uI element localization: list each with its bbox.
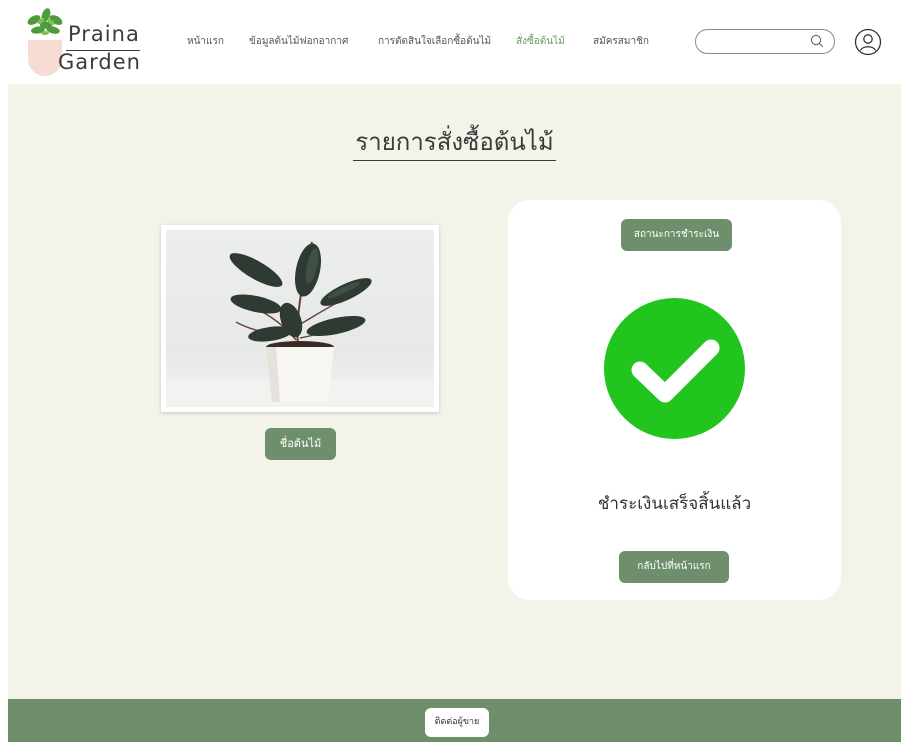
- logo-text-line2: Garden: [58, 50, 141, 74]
- page-title: รายการสั่งซื้อต้นไม้: [8, 122, 901, 161]
- plant-logo-icon: [27, 8, 63, 35]
- site-header: Praina Garden หน้าแรก ข้อมูลต้นไม้ฟอกอาก…: [0, 0, 901, 84]
- logo-text-line1: Praina: [68, 22, 140, 46]
- payment-success-message: ชำระเงินเสร็จสิ้นแล้ว: [597, 494, 752, 514]
- nav-item-buying-guide[interactable]: การตัดสินใจเลือกซื้อต้นไม้: [378, 34, 491, 49]
- plant-photo-frame: [161, 225, 439, 412]
- check-circle-icon: [604, 298, 745, 439]
- back-to-home-button[interactable]: กลับไปที่หน้าแรก: [619, 551, 729, 583]
- nav-item-register[interactable]: สมัครสมาชิก: [593, 34, 649, 49]
- nav-item-plant-info[interactable]: ข้อมูลต้นไม้ฟอกอากาศ: [249, 34, 348, 49]
- nav-item-order[interactable]: สั่งซื้อต้นไม้: [516, 34, 565, 49]
- rubber-plant-illustration: [166, 241, 434, 407]
- page-title-text: รายการสั่งซื้อต้นไม้: [353, 128, 556, 161]
- search-input[interactable]: [695, 29, 835, 54]
- site-footer: ติดต่อผู้ขาย: [8, 699, 901, 742]
- contact-seller-button[interactable]: ติดต่อผู้ขาย: [425, 708, 489, 737]
- nav-item-home[interactable]: หน้าแรก: [187, 34, 224, 49]
- payment-status-button[interactable]: สถานะการชำระเงิน: [621, 219, 732, 251]
- user-icon[interactable]: [854, 28, 882, 56]
- plant-name-button[interactable]: ชื่อต้นไม้: [265, 428, 336, 460]
- payment-status-card: สถานะการชำระเงิน ชำระเงินเสร็จสิ้นแล้ว ก…: [508, 200, 841, 600]
- plant-photo: [166, 230, 434, 407]
- brand-logo[interactable]: Praina Garden: [24, 6, 154, 76]
- main-content: รายการสั่งซื้อต้นไม้ ชื่อต้นไม้ สถานะการ…: [8, 84, 901, 699]
- search-icon[interactable]: [809, 33, 825, 49]
